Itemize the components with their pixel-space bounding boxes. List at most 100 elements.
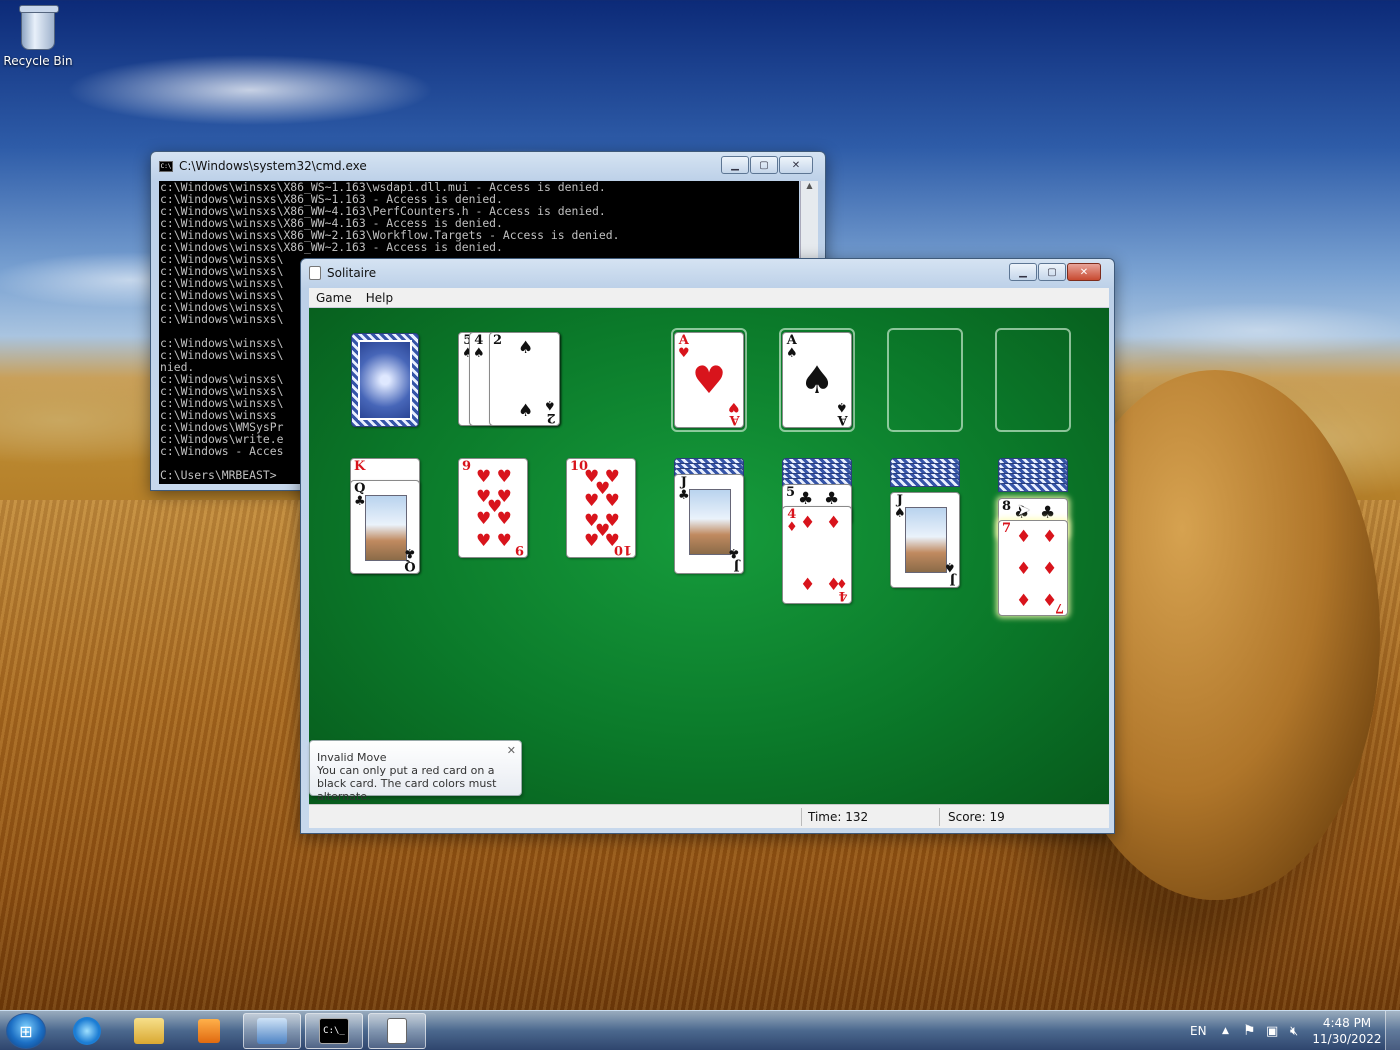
diamond-icon: ♦ ♦ xyxy=(1016,559,1058,579)
taskbar-cmd[interactable]: C:\_ xyxy=(305,1013,363,1049)
file-explorer-icon xyxy=(134,1018,164,1044)
waste-top-card[interactable]: 2 ♠ ♠ 2 ♠ xyxy=(489,332,560,426)
taskbar: ⊞ C:\_ EN ▲ ⚑ ▣ 🔇︎ 4:48 PM 11/30/2022 xyxy=(0,1010,1400,1050)
time-display: Time: 132 xyxy=(808,810,869,824)
notification-message: You can only put a red card on a black c… xyxy=(317,764,497,803)
maximize-button[interactable]: ▢ xyxy=(1038,263,1066,281)
diamond-icon: ♦ ♦ xyxy=(1016,591,1058,611)
heart-icon: ♥ ♥ xyxy=(476,509,512,529)
notification-title: Invalid Move xyxy=(317,751,387,764)
card-rank: 9 xyxy=(462,459,472,474)
maximize-button[interactable]: ▢ xyxy=(750,156,778,174)
media-player-icon xyxy=(198,1019,220,1043)
tableau-card[interactable]: 4 ♦ ♦ ♦ ♦ ♦ 4 ♦ xyxy=(782,506,852,604)
jack-face-art xyxy=(905,507,947,573)
taskbar-media-player[interactable] xyxy=(180,1013,238,1049)
solitaire-window-icon xyxy=(309,266,321,280)
menu-bar: Game Help xyxy=(309,288,1109,308)
remote-desktop-icon xyxy=(257,1018,287,1044)
heart-icon: ♥ ♥ xyxy=(476,531,512,551)
card-rank: 9 xyxy=(514,542,524,557)
system-clock[interactable]: 4:48 PM 11/30/2022 xyxy=(1312,1015,1382,1047)
tableau-card[interactable]: J ♣ J ♣ xyxy=(674,474,744,574)
minimize-button[interactable]: ▁ xyxy=(1009,263,1037,281)
scroll-up-arrow-icon[interactable]: ▲ xyxy=(801,181,818,190)
solitaire-icon xyxy=(387,1018,407,1044)
card-rank: J ♠ xyxy=(944,559,956,587)
language-indicator[interactable]: EN xyxy=(1190,1011,1207,1050)
card-rank: A ♠ xyxy=(836,399,848,427)
waste-card-rank: 4 ♠ xyxy=(473,333,485,361)
taskbar-remote-desktop[interactable] xyxy=(243,1013,301,1049)
tableau-card[interactable]: J ♠ J ♠ xyxy=(890,492,960,588)
minimize-button[interactable]: ▁ xyxy=(721,156,749,174)
heart-icon: ♥ ♥ xyxy=(584,491,620,511)
menu-game[interactable]: Game xyxy=(309,291,359,305)
jack-face-art xyxy=(689,489,731,555)
diamond-icon: ♦ ♦ xyxy=(800,513,842,533)
invalid-move-notification: ✕ Invalid Move You can only put a red ca… xyxy=(309,740,522,803)
cmd-titlebar[interactable]: C:\ C:\Windows\system32\cmd.exe xyxy=(159,156,367,176)
cmd-window-icon: C:\ xyxy=(159,160,173,172)
cmd-window-title: C:\Windows\system32\cmd.exe xyxy=(179,159,367,173)
face-down-card xyxy=(998,483,1068,492)
card-rank: Q ♣ xyxy=(354,481,366,509)
volume-muted-icon[interactable]: 🔇︎ xyxy=(1290,1011,1298,1050)
card-rank: A ♠ xyxy=(786,333,798,361)
game-table[interactable]: 5 ♠ 4 ♠ 2 ♠ ♠ 2 ♠ A ♥ ♥ A ♥ A ♠ ♠ A ♠ K … xyxy=(309,308,1109,804)
spade-icon: ♠ xyxy=(518,401,534,421)
card-rank: A ♥ xyxy=(728,399,740,427)
status-bar: Time: 132 Score: 19 xyxy=(309,804,1109,828)
diamond-icon: ♦ ♦ xyxy=(1016,527,1058,547)
show-desktop-button[interactable] xyxy=(1385,1011,1400,1050)
card-rank: 5 xyxy=(786,485,796,500)
internet-explorer-icon xyxy=(73,1017,101,1045)
face-down-card xyxy=(890,478,960,487)
menu-help[interactable]: Help xyxy=(359,291,400,305)
card-rank: 7 xyxy=(1054,600,1064,615)
taskbar-file-explorer[interactable] xyxy=(120,1013,178,1049)
solitaire-titlebar[interactable]: Solitaire xyxy=(309,263,376,283)
mouse-cursor-icon: ➤ xyxy=(1017,500,1031,519)
clock-time: 4:48 PM xyxy=(1322,1016,1372,1030)
card-rank: 8 xyxy=(1002,499,1012,514)
card-rank: 4 ♦ xyxy=(786,507,798,535)
foundation-card[interactable]: A ♠ ♠ A ♠ xyxy=(782,332,852,428)
foundation-1[interactable]: A ♥ ♥ A ♥ xyxy=(671,328,747,432)
card-rank: K xyxy=(354,459,366,474)
cmd-icon: C:\_ xyxy=(319,1018,349,1044)
card-rank: 7 xyxy=(1002,521,1012,536)
card-rank: 2 xyxy=(493,333,503,348)
card-rank: 4 ♦ xyxy=(836,575,848,603)
card-rank: A ♥ xyxy=(678,333,690,361)
tableau-column-2[interactable]: 9 ♥ ♥ ♥ ♥ ♥ ♥ ♥ ♥ ♥ 9 xyxy=(458,458,528,558)
card-rank: 2 ♠ xyxy=(544,397,556,425)
clock-date: 11/30/2022 xyxy=(1312,1032,1382,1046)
close-icon[interactable]: ✕ xyxy=(507,744,516,757)
card-rank: J ♣ xyxy=(728,545,740,573)
stock-pile[interactable] xyxy=(351,333,419,427)
foundation-3[interactable] xyxy=(887,328,963,432)
card-rank: J ♠ xyxy=(894,493,906,521)
network-icon[interactable]: ▣ xyxy=(1266,1011,1278,1050)
taskbar-internet-explorer[interactable] xyxy=(58,1013,116,1049)
taskbar-solitaire[interactable] xyxy=(368,1013,426,1049)
show-hidden-icons-icon[interactable]: ▲ xyxy=(1222,1011,1229,1050)
desktop-icon-label: Recycle Bin xyxy=(3,54,73,68)
foundation-4[interactable] xyxy=(995,328,1071,432)
queen-face-art xyxy=(365,495,407,561)
heart-icon: ♥ ♥ xyxy=(476,467,512,487)
foundation-2[interactable]: A ♠ ♠ A ♠ xyxy=(779,328,855,432)
start-button[interactable]: ⊞ xyxy=(6,1013,46,1049)
foundation-card[interactable]: A ♥ ♥ A ♥ xyxy=(674,332,744,428)
close-button[interactable]: ✕ xyxy=(779,156,813,174)
tableau-card[interactable]: Q ♣ Q ♣ xyxy=(350,480,420,574)
close-button[interactable]: ✕ xyxy=(1067,263,1101,281)
selected-tableau-card[interactable]: 7 ♦ ♦ ♦ ♦ ♦ ♦ 7 xyxy=(998,520,1068,616)
card-rank: 10 xyxy=(613,542,632,557)
action-center-flag-icon[interactable]: ⚑ xyxy=(1243,1011,1256,1050)
spade-icon: ♠ xyxy=(799,358,835,402)
solitaire-window-title: Solitaire xyxy=(327,266,377,280)
tableau-column-3[interactable]: 10 ♥ ♥ ♥ ♥ ♥ ♥ ♥ ♥ ♥ ♥ 10 xyxy=(566,458,636,558)
desktop-icon-recycle-bin[interactable]: Recycle Bin xyxy=(2,4,74,68)
